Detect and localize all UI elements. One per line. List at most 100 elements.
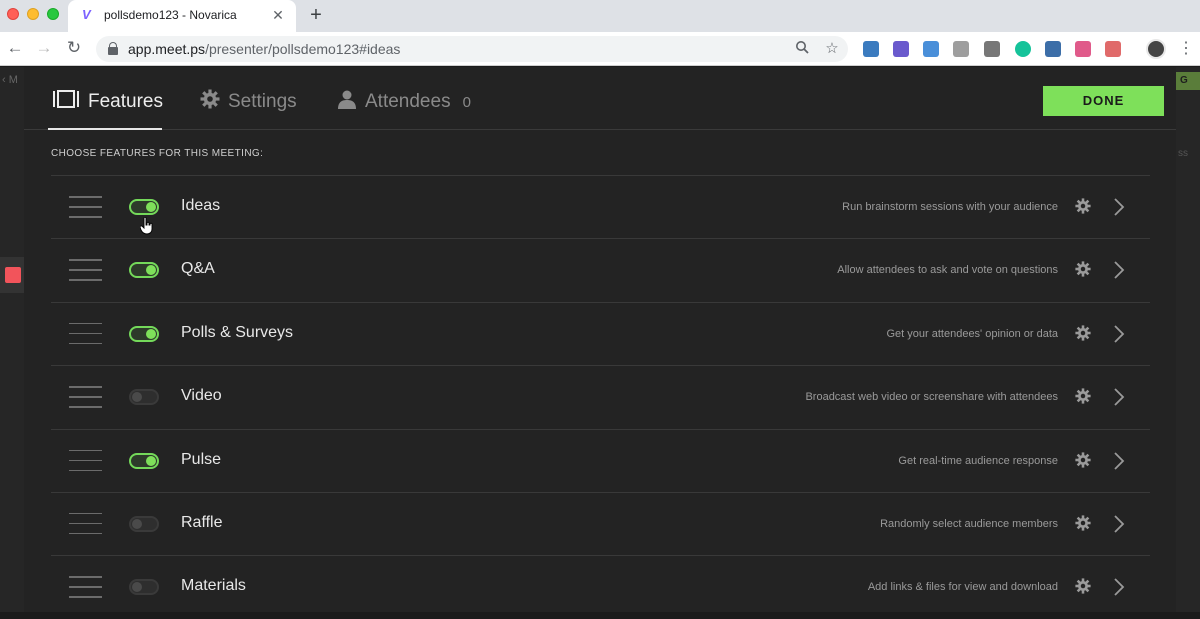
background-left-panel <box>0 67 24 612</box>
feature-description: Add links & files for view and download <box>867 581 1058 594</box>
url-text[interactable]: app.meet.ps/presenter/pollsdemo123#ideas <box>128 41 400 57</box>
back-arrow-icon[interactable]: ← <box>5 38 25 58</box>
extension-7-icon[interactable] <box>1045 41 1061 57</box>
drag-handle-icon[interactable] <box>69 512 102 535</box>
feature-name: Materials <box>181 577 246 595</box>
extension-4-icon[interactable] <box>953 41 969 57</box>
feature-row: Polls & Surveys Get your attendees' opini… <box>51 301 1150 365</box>
browser-toolbar: ← → ↻ app.meet.ps/presenter/pollsdemo123… <box>0 32 1200 66</box>
url-path: /presenter/pollsdemo123#ideas <box>205 41 401 57</box>
feature-toggle[interactable] <box>129 262 159 279</box>
grammarly-extension-icon[interactable] <box>1015 41 1031 57</box>
url-host: app.meet.ps <box>128 41 206 57</box>
maximize-window-button[interactable] <box>47 8 59 20</box>
feature-list: Ideas Run brainstorm sessions with your a… <box>51 175 1150 619</box>
address-bar[interactable]: app.meet.ps/presenter/pollsdemo123#ideas… <box>96 36 848 62</box>
reload-icon[interactable]: ↻ <box>64 38 84 58</box>
feature-toggle[interactable] <box>129 199 159 215</box>
extension-1-icon[interactable] <box>863 41 879 57</box>
feature-settings-gear-icon[interactable] <box>1075 261 1093 279</box>
minimize-window-button[interactable] <box>27 8 39 20</box>
tab-features[interactable]: Features <box>52 89 163 113</box>
feature-description: Get real-time audience response <box>898 454 1058 467</box>
forward-arrow-icon[interactable]: → <box>34 38 54 58</box>
feature-row: Pulse Get real-time audience response <box>51 428 1150 492</box>
done-button[interactable]: DONE <box>1043 86 1164 116</box>
chevron-right-icon[interactable] <box>1112 196 1132 218</box>
background-right-badge: G <box>1176 72 1200 90</box>
extension-9-icon[interactable] <box>1105 41 1121 57</box>
drag-handle-icon[interactable] <box>69 322 102 345</box>
attendee-count: 0 <box>462 93 471 111</box>
feature-name: Raffle <box>181 513 223 531</box>
extension-5-icon[interactable] <box>984 41 1000 57</box>
settings-gear-icon <box>200 89 220 115</box>
tab-attendees-label: Attendees <box>365 91 451 113</box>
feature-toggle[interactable] <box>129 452 159 469</box>
zoom-icon[interactable] <box>793 40 811 58</box>
feature-name: Video <box>181 387 222 405</box>
bookmark-star-icon[interactable]: ☆ <box>823 40 841 58</box>
feature-row: Raffle Randomly select audience members <box>51 491 1150 555</box>
extension-3-icon[interactable] <box>923 41 939 57</box>
chevron-right-icon[interactable] <box>1112 513 1132 535</box>
tab-features-label: Features <box>88 91 163 113</box>
tab-settings[interactable]: Settings <box>200 89 297 113</box>
browser-menu-icon[interactable]: ⋮ <box>1178 39 1194 59</box>
chevron-right-icon[interactable] <box>1112 323 1132 345</box>
chevron-right-icon[interactable] <box>1112 450 1132 472</box>
feature-settings-gear-icon[interactable] <box>1075 388 1093 406</box>
feature-toggle[interactable] <box>129 325 159 342</box>
novarica-favicon-icon: V <box>82 7 91 22</box>
feature-description: Broadcast web video or screenshare with … <box>805 391 1058 404</box>
feature-name: Polls & Surveys <box>181 323 294 341</box>
tab-attendees[interactable]: Attendees 0 <box>337 89 471 113</box>
browser-tab-bar: V pollsdemo123 - Novarica ✕ + <box>0 0 1200 32</box>
chevron-right-icon[interactable] <box>1112 576 1132 598</box>
feature-settings-gear-icon[interactable] <box>1075 451 1093 470</box>
feature-settings-gear-icon[interactable] <box>1075 325 1093 343</box>
feature-description: Run brainstorm sessions with your audien… <box>842 201 1058 213</box>
features-icon <box>52 89 80 115</box>
active-tab-indicator <box>48 128 162 130</box>
feature-row: Materials Add links & files for view and … <box>51 555 1150 618</box>
chevron-right-icon[interactable] <box>1112 386 1132 408</box>
tab-title: pollsdemo123 - Novarica <box>104 8 237 22</box>
tab-settings-label: Settings <box>228 91 297 113</box>
background-left-text: ‹ M <box>2 74 18 86</box>
extension-8-icon[interactable] <box>1075 41 1091 57</box>
chevron-right-icon[interactable] <box>1112 259 1132 281</box>
feature-toggle[interactable] <box>129 515 159 532</box>
close-tab-icon[interactable]: ✕ <box>270 7 286 23</box>
close-window-button[interactable] <box>7 8 19 20</box>
record-icon <box>5 267 21 283</box>
background-right-text: ss <box>1178 148 1188 159</box>
drag-handle-icon[interactable] <box>69 196 102 218</box>
feature-settings-gear-icon[interactable] <box>1075 515 1093 533</box>
feature-name: Pulse <box>181 450 222 468</box>
drag-handle-icon[interactable] <box>69 449 102 472</box>
feature-name: Q&A <box>181 260 215 278</box>
features-modal: Features Settings Attendees 0 DONE CHOOSE… <box>24 67 1176 612</box>
feature-toggle[interactable] <box>129 579 159 596</box>
feature-name: Ideas <box>181 197 221 214</box>
drag-handle-icon[interactable] <box>69 576 102 598</box>
profile-avatar[interactable] <box>1146 39 1166 59</box>
section-label: CHOOSE FEATURES FOR THIS MEETING: <box>51 148 264 159</box>
extension-2-icon[interactable] <box>893 41 909 57</box>
attendees-person-icon <box>337 89 357 115</box>
feature-row: Ideas Run brainstorm sessions with your a… <box>51 175 1150 238</box>
browser-tab[interactable]: V pollsdemo123 - Novarica ✕ <box>68 0 296 32</box>
feature-settings-gear-icon[interactable] <box>1075 198 1093 216</box>
drag-handle-icon[interactable] <box>69 386 102 408</box>
modal-tab-bar: Features Settings Attendees 0 DONE <box>24 67 1176 130</box>
feature-description: Randomly select audience members <box>880 517 1058 530</box>
lock-icon[interactable] <box>108 42 118 55</box>
feature-row: Video Broadcast web video or screenshare … <box>51 365 1150 428</box>
new-tab-button[interactable]: + <box>306 5 326 25</box>
feature-toggle[interactable] <box>129 389 159 406</box>
feature-settings-gear-icon[interactable] <box>1075 578 1093 596</box>
feature-description: Allow attendees to ask and vote on quest… <box>837 264 1058 277</box>
feature-row: Q&A Allow attendees to ask and vote on qu… <box>51 238 1150 301</box>
drag-handle-icon[interactable] <box>69 259 102 281</box>
